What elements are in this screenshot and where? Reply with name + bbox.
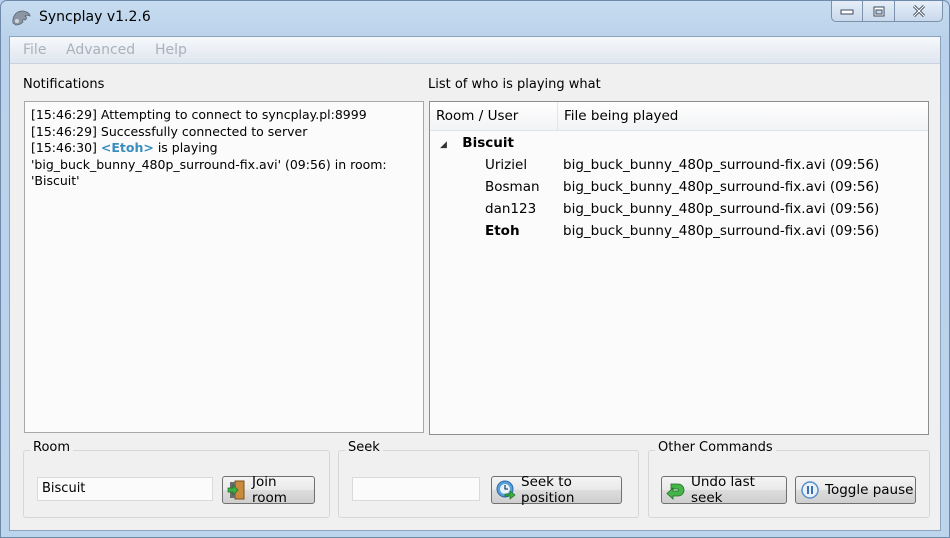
notification-line: [15:46:30] <Etoh> is playing <box>31 140 417 157</box>
user-file: big_buck_bunny_480p_surround-fix.avi (09… <box>563 157 880 173</box>
playlist-label: List of who is playing what <box>428 77 601 92</box>
other-commands-title: Other Commands <box>655 440 776 455</box>
minimize-button[interactable] <box>831 1 863 22</box>
syncplay-window: Syncplay v1.2.6 File Advanced Help Notif… <box>0 0 950 538</box>
room-name: Biscuit <box>462 135 514 151</box>
expand-arrow-icon[interactable]: ◢ <box>440 134 452 156</box>
undo-arrow-icon <box>666 483 685 500</box>
user-name: dan123 <box>485 201 537 217</box>
user-row-current[interactable]: Etoh <box>485 220 520 242</box>
user-file: big_buck_bunny_480p_surround-fix.avi (09… <box>563 223 880 239</box>
seek-group-title: Seek <box>345 440 383 455</box>
user-name: Etoh <box>485 223 520 239</box>
column-header-file[interactable]: File being played <box>558 102 928 130</box>
username-highlight: <Etoh> <box>100 140 154 155</box>
message: is playing <box>153 140 218 155</box>
notifications-log[interactable]: [15:46:29] Attempting to connect to sync… <box>24 101 424 433</box>
seek-to-position-button[interactable]: Seek to position <box>491 474 622 506</box>
message: Attempting to connect to syncplay.pl:899… <box>96 107 367 122</box>
undo-last-seek-button[interactable]: Undo last seek <box>661 474 787 506</box>
user-file: big_buck_bunny_480p_surround-fix.avi (09… <box>563 179 880 195</box>
join-room-label: Join room <box>252 474 287 506</box>
maximize-icon <box>873 6 884 16</box>
maximize-button[interactable] <box>863 1 895 22</box>
seek-to-position-label: Seek to position <box>521 474 575 506</box>
user-row[interactable]: dan123 <box>485 198 536 220</box>
close-icon <box>912 5 925 17</box>
column-header-room-user[interactable]: Room / User <box>430 102 558 130</box>
client-area: File Advanced Help Notifications [15:46:… <box>9 36 941 531</box>
tree-header: Room / User File being played <box>430 102 928 131</box>
user-row[interactable]: Bosman <box>485 176 540 198</box>
undo-last-seek-label: Undo last seek <box>691 474 755 506</box>
caption-buttons <box>831 1 943 23</box>
door-enter-icon <box>227 480 245 500</box>
notifications-label: Notifications <box>23 77 105 92</box>
timestamp: [15:46:30] <box>31 140 97 155</box>
syncplay-logo-icon <box>12 10 31 26</box>
room-row[interactable]: ◢ Biscuit <box>440 132 514 154</box>
user-row[interactable]: Uriziel <box>485 154 527 176</box>
room-group-title: Room <box>30 440 74 455</box>
user-name: Bosman <box>485 179 540 195</box>
clock-seek-icon <box>496 480 516 500</box>
minimize-icon <box>840 9 854 15</box>
close-button[interactable] <box>895 1 943 22</box>
join-room-button[interactable]: Join room <box>222 474 315 506</box>
notification-line: [15:46:29] Successfully connected to ser… <box>31 124 417 141</box>
timestamp: [15:46:29] <box>31 123 97 139</box>
menu-help[interactable]: Help <box>155 42 187 58</box>
pause-icon <box>801 481 819 499</box>
menu-advanced[interactable]: Advanced <box>66 42 135 58</box>
seek-input[interactable] <box>352 477 480 501</box>
toggle-pause-button[interactable]: Toggle pause <box>795 476 916 504</box>
notification-line: [15:46:29] Attempting to connect to sync… <box>31 107 417 124</box>
notification-line: 'Biscuit' <box>31 173 80 188</box>
user-name: Uriziel <box>485 157 528 173</box>
room-input[interactable]: Biscuit <box>37 477 213 501</box>
window-title: Syncplay v1.2.6 <box>39 9 151 25</box>
notification-line: 'big_buck_bunny_480p_surround-fix.avi' (… <box>31 156 387 172</box>
user-list-tree[interactable]: Room / User File being played ◢ Biscuit … <box>429 101 929 435</box>
toggle-pause-label: Toggle pause <box>825 482 914 498</box>
title-bar[interactable]: Syncplay v1.2.6 <box>1 1 949 35</box>
message: Successfully connected to server <box>96 123 308 139</box>
menu-bar: File Advanced Help <box>10 37 940 64</box>
menu-file[interactable]: File <box>23 42 46 58</box>
timestamp: [15:46:29] <box>31 107 97 122</box>
user-file: big_buck_bunny_480p_surround-fix.avi (09… <box>563 201 880 217</box>
